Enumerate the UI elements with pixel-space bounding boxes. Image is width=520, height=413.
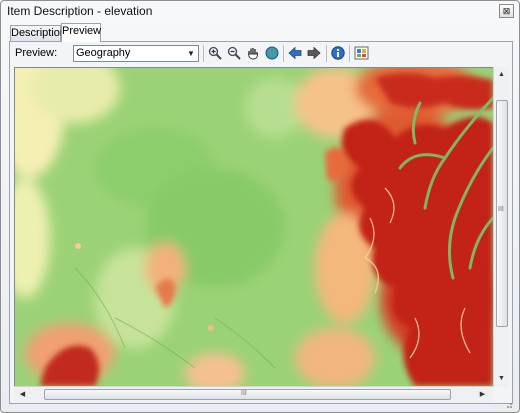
- window-title: Item Description - elevation: [7, 4, 153, 18]
- toolbar-separator: [349, 45, 350, 62]
- scroll-right-arrow-icon[interactable]: ▶: [476, 388, 489, 401]
- scroll-up-arrow-icon[interactable]: ▲: [495, 68, 508, 81]
- title-bar: Item Description - elevation ⊠: [1, 1, 519, 20]
- grip-icon: III: [241, 390, 247, 397]
- toolbar-separator: [283, 45, 284, 62]
- elevation-map-preview[interactable]: [14, 67, 494, 387]
- toolbar-separator: [326, 45, 327, 62]
- identify-info-icon[interactable]: [330, 45, 346, 61]
- full-extent-globe-icon[interactable]: [264, 45, 280, 61]
- chevron-down-icon[interactable]: ▼: [185, 47, 197, 60]
- resize-grip-icon[interactable]: [501, 399, 513, 409]
- close-button[interactable]: ⊠: [499, 4, 514, 18]
- horizontal-scroll-thumb[interactable]: III: [44, 389, 451, 400]
- scroll-down-arrow-icon[interactable]: ▼: [495, 372, 508, 385]
- back-arrow-icon[interactable]: [287, 45, 303, 61]
- toolbar-separator: [203, 45, 204, 62]
- preview-label: Preview:: [15, 47, 58, 59]
- zoom-in-icon[interactable]: [207, 45, 223, 61]
- grip-icon: III: [498, 206, 504, 213]
- close-icon: ⊠: [502, 6, 511, 16]
- preview-panel: Preview: Geography ▼ ▲ III ▼ ◀ III ▶: [9, 41, 513, 404]
- vertical-scroll-thumb[interactable]: III: [496, 100, 508, 327]
- vertical-scrollbar[interactable]: ▲ III ▼: [493, 67, 509, 387]
- preview-type-value: Geography: [76, 47, 131, 59]
- tab-preview[interactable]: Preview: [61, 23, 101, 42]
- tab-description[interactable]: Description: [10, 25, 66, 41]
- pan-hand-icon[interactable]: [245, 45, 261, 61]
- horizontal-scrollbar[interactable]: ◀ III ▶: [14, 386, 493, 402]
- zoom-out-icon[interactable]: [226, 45, 242, 61]
- create-thumbnail-icon[interactable]: [353, 45, 369, 61]
- item-description-window: Item Description - elevation ⊠ Descripti…: [0, 0, 520, 413]
- scroll-left-arrow-icon[interactable]: ◀: [16, 388, 29, 401]
- forward-arrow-icon[interactable]: [306, 45, 322, 61]
- preview-type-dropdown[interactable]: Geography ▼: [73, 45, 199, 62]
